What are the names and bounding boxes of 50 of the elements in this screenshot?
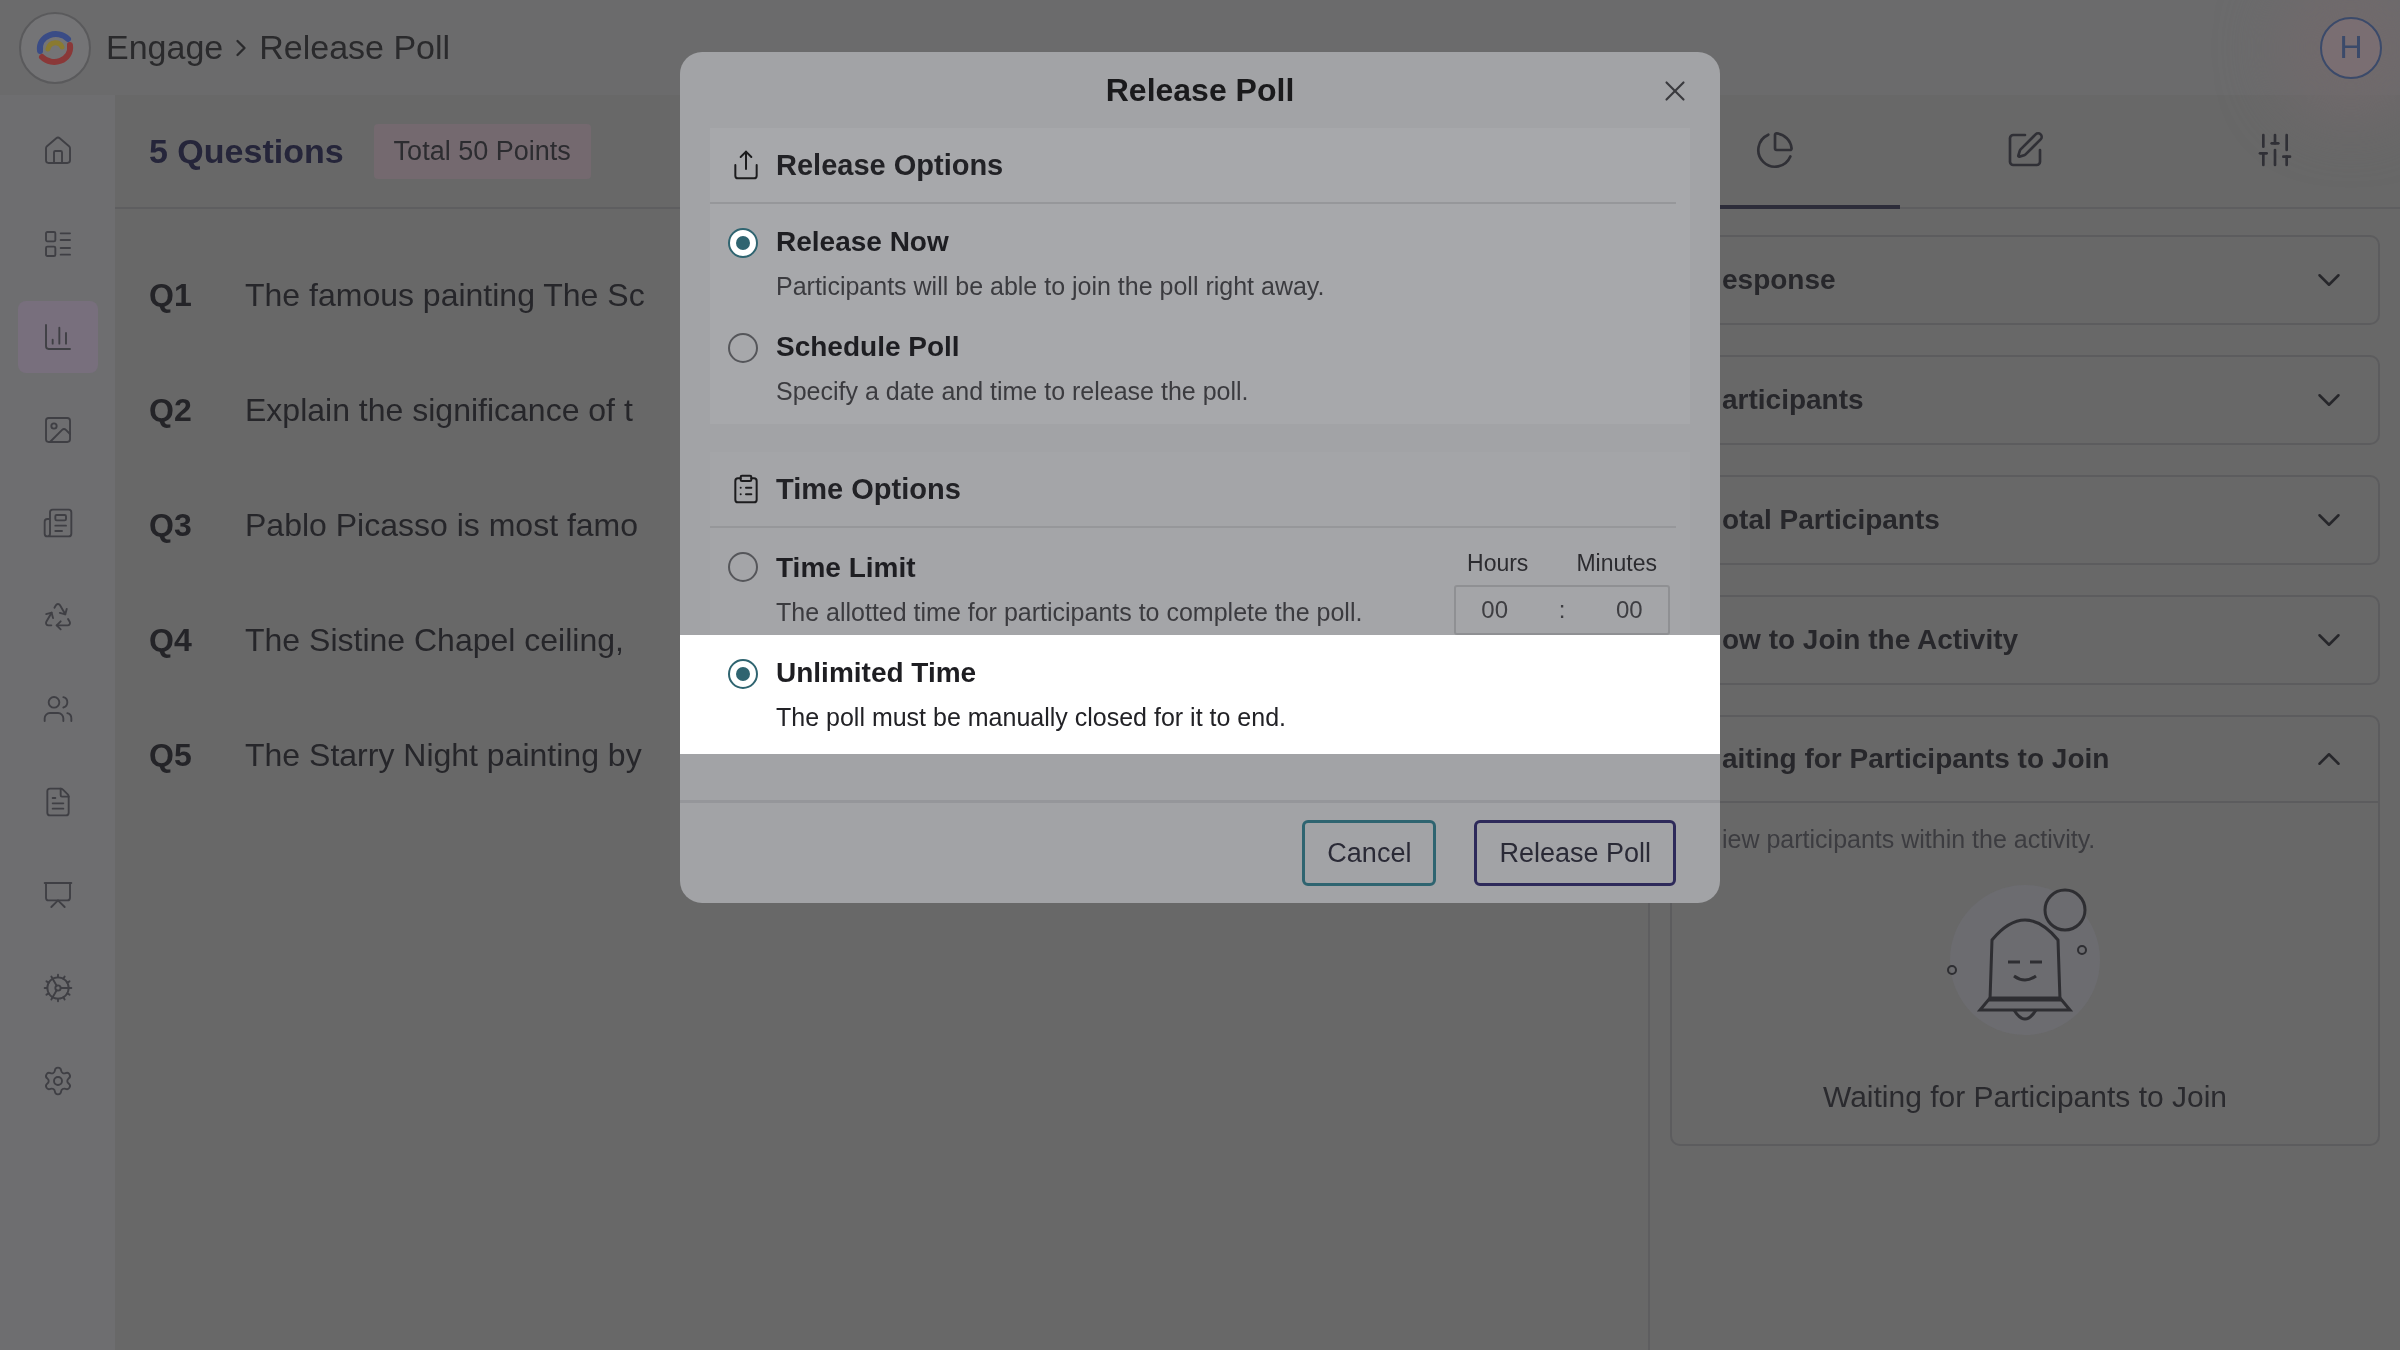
question-text: Pablo Picasso is most famo [245,507,639,544]
sidebar-item[interactable] [17,301,98,373]
empty-state-text: Waiting for Participants to Join [1821,1080,2229,1114]
release-poll-button[interactable]: Release Poll [1474,820,1676,886]
question-number: Q4 [149,622,193,659]
logo-icon [18,10,92,85]
section-title: Release Options [776,148,1004,182]
minutes-value: 00 [1615,596,1643,624]
accordion-header[interactable]: articipants [1672,357,2378,443]
option-label: Unlimited Time [776,657,978,689]
breadcrumb-link[interactable]: Release Poll [259,28,451,67]
time-separator: : [1558,596,1566,624]
radio-button[interactable] [728,552,758,582]
question-count: 5 Questions [149,131,344,171]
cancel-button[interactable]: Cancel [1302,820,1437,886]
points-badge: Total 50 Points [373,123,591,179]
option-label: Release Now [776,226,950,258]
hours-value: 00 [1481,596,1508,624]
breadcrumb-link[interactable]: Engage [106,28,224,67]
option-label: Schedule Poll [776,331,961,363]
users-icon [41,693,74,725]
option-description: Specify a date and time to release the poll. [776,377,1249,406]
user-avatar[interactable]: H [2320,16,2382,79]
radio-button[interactable] [728,333,758,363]
question-text: The Starry Night painting by [245,737,642,774]
question-number: Q3 [149,507,193,544]
question-number: Q5 [149,737,193,774]
radio-button[interactable] [728,228,758,258]
time-input-field[interactable]: 00 : 00 [1454,585,1670,635]
accordion-header[interactable]: esponse [1672,237,2378,323]
minutes-label: Minutes [1576,550,1657,577]
accordion-header[interactable]: ow to Join the Activity [1672,597,2378,683]
option-description: The allotted time for participants to complete the poll. [776,598,1363,627]
option-description: The poll must be manually closed for it to end. [776,703,1286,732]
section-title: Time Options [776,472,961,506]
question-number: Q1 [149,277,193,314]
question-number: Q2 [149,392,193,429]
gears-icon [41,972,74,1004]
dialog-title: Release Poll [1104,70,1296,110]
radio-button[interactable] [728,659,758,689]
newspaper-icon [41,507,74,539]
presentation-icon [41,879,74,911]
question-text: The Sistine Chapel ceiling, [245,622,624,659]
pie-chart-icon [1755,130,1795,170]
option-description: Participants will be able to join the poll right away. [776,272,1325,301]
accordion-header[interactable]: otal Participants [1672,477,2378,563]
option-label: Time Limit [776,552,917,584]
hours-label: Hours [1467,550,1529,577]
question-text: The famous painting The Sc [245,277,645,314]
question-text: Explain the significance of t [245,392,633,429]
